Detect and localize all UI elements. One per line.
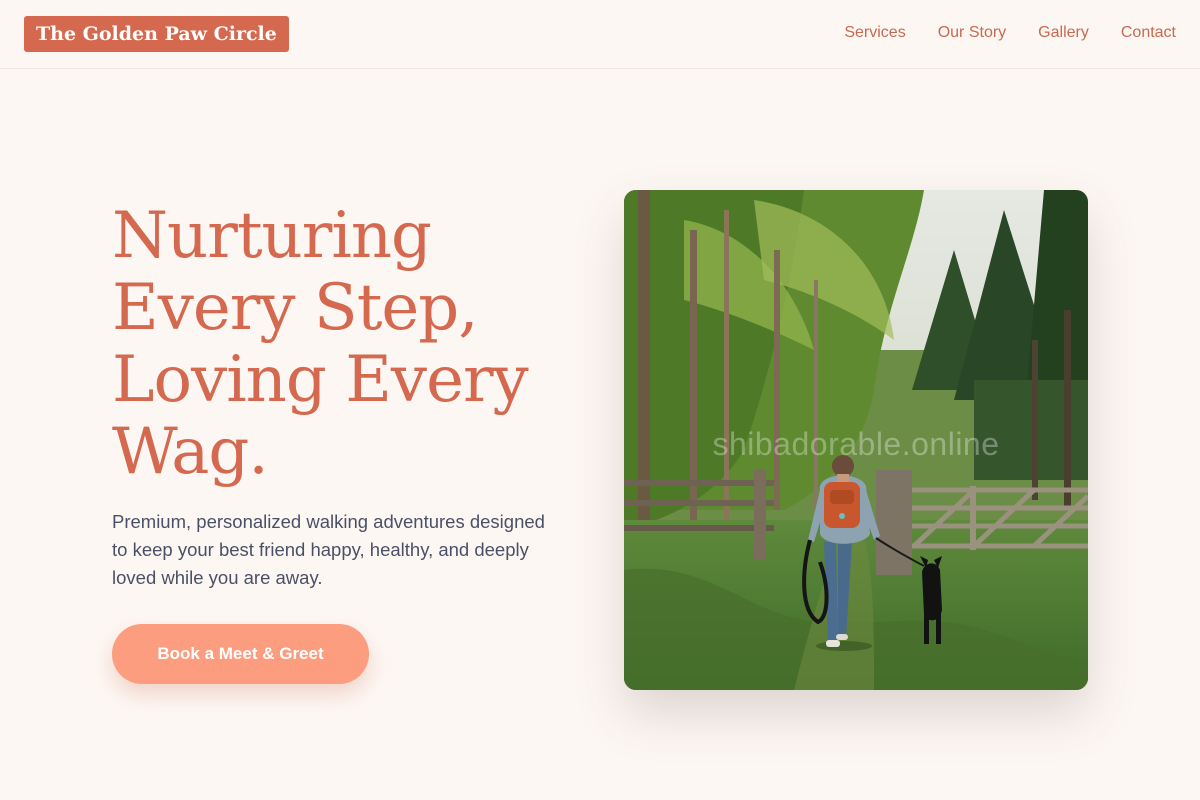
image-watermark: shibadorable.online	[712, 426, 1000, 462]
hero-photo: shibadorable.online	[624, 190, 1088, 690]
nav-link-contact[interactable]: Contact	[1121, 22, 1176, 44]
book-meet-greet-button[interactable]: Book a Meet & Greet	[112, 624, 369, 684]
nav-link-our-story[interactable]: Our Story	[938, 22, 1006, 44]
hero-title-line: Nurturing	[112, 199, 432, 273]
brand-logo[interactable]: The Golden Paw Circle	[24, 16, 289, 52]
hero-title: Nurturing Every Step, Loving Every Wag.	[112, 200, 592, 488]
nav-link-services[interactable]: Services	[844, 22, 905, 44]
hero-subtitle: Premium, personalized walking adventures…	[112, 511, 545, 588]
site-header: The Golden Paw Circle Services Our Story…	[0, 0, 1200, 69]
main-nav: Services Our Story Gallery Contact	[844, 22, 1176, 44]
hero-title-line: Loving Every	[112, 343, 529, 417]
hero-title-line: Every Step,	[112, 271, 479, 345]
hero-title-line: Wag.	[112, 415, 269, 489]
nav-link-gallery[interactable]: Gallery	[1038, 22, 1089, 44]
